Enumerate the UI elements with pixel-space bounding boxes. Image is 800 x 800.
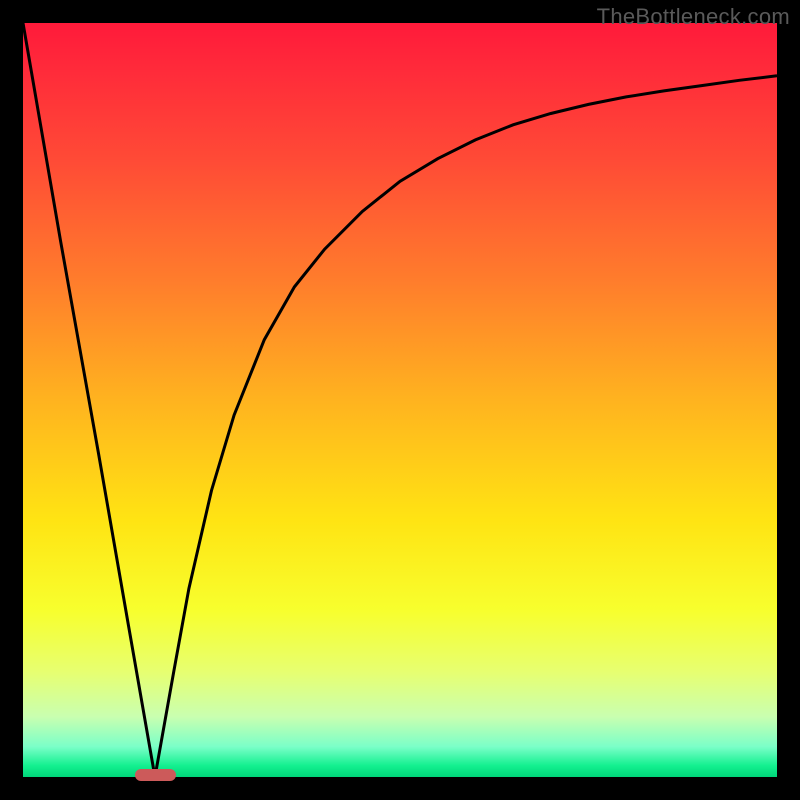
curve-layer [23,23,777,777]
chart-frame: TheBottleneck.com [0,0,800,800]
bottleneck-marker [135,769,176,781]
watermark-text: TheBottleneck.com [597,4,790,30]
right-branch-line [155,76,777,777]
left-branch-line [23,23,155,777]
plot-area [23,23,777,777]
